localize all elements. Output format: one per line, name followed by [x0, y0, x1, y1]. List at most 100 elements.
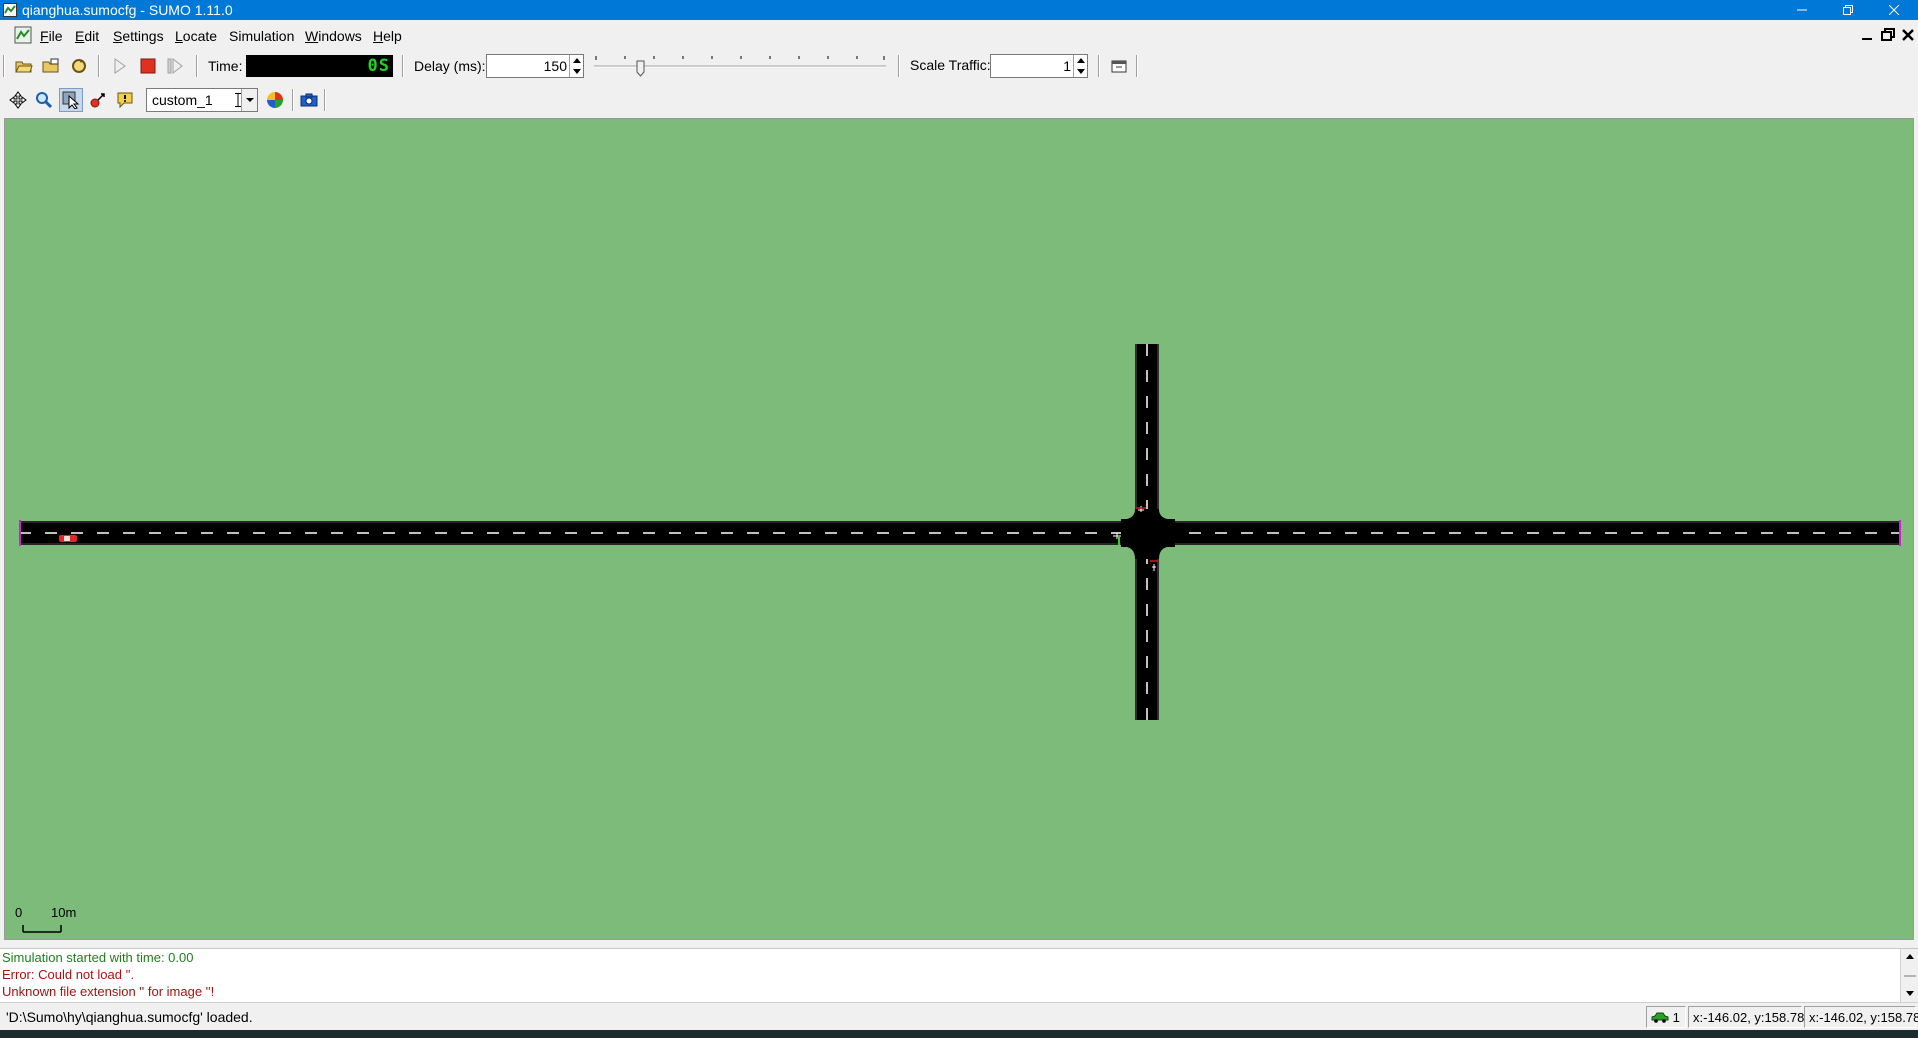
menu-settings-mnemonic: S — [113, 28, 123, 44]
stop-icon — [140, 58, 156, 74]
menu-file-mnemonic: F — [40, 28, 49, 44]
calendar-icon — [1111, 60, 1127, 73]
sumo-app-icon — [3, 3, 17, 17]
step-button[interactable] — [163, 54, 187, 78]
menu-simulation-label: Simulation — [229, 28, 295, 44]
spinner-arrows-icon — [573, 58, 581, 74]
move-arrows-icon — [9, 91, 27, 109]
reload-button[interactable] — [67, 54, 91, 78]
vehicle[interactable] — [59, 535, 77, 542]
screenshot-button[interactable] — [297, 88, 321, 112]
scheme-dropdown-arrow[interactable] — [241, 89, 257, 111]
toolbar-separator — [1098, 55, 1100, 77]
message-scrollbar[interactable] — [1900, 949, 1918, 1003]
zoom-button[interactable] — [32, 88, 56, 112]
open-folder-icon — [15, 61, 33, 73]
edit-coloring-button[interactable] — [263, 88, 287, 112]
toolbar-separator — [98, 55, 100, 77]
restore-window-button[interactable] — [1826, 0, 1872, 20]
road-network[interactable] — [5, 119, 1914, 940]
menu-file-label: ile — [48, 28, 63, 44]
vehicle-count-cell: 1 — [1646, 1006, 1686, 1028]
network-canvas[interactable]: 0 10m — [4, 118, 1914, 940]
scale-traffic-spinner[interactable]: 1 — [990, 54, 1088, 78]
menu-edit[interactable]: Edit — [75, 28, 99, 44]
restore-icon — [1843, 5, 1853, 15]
scale-traffic-label: Scale Traffic: — [910, 57, 991, 73]
locate-poi-button[interactable] — [113, 88, 137, 112]
breakpoint-button[interactable] — [1107, 54, 1131, 78]
menu-edit-label: dit — [84, 28, 100, 44]
cursor-position-cell: x:-146.02, y:158.78 — [1688, 1006, 1804, 1028]
delay-spinner-arrows[interactable] — [569, 55, 583, 77]
open-network-icon — [42, 58, 59, 73]
scroll-arrows-icon — [1904, 954, 1916, 996]
menu-help-mnemonic: H — [373, 28, 384, 44]
slider-thumb — [636, 60, 645, 77]
geo-coordinates: x:-146.02, y:158.78 — [1809, 1010, 1918, 1025]
status-message: 'D:\Sumo\hy\qianghua.sumocfg' loaded. — [6, 1009, 253, 1025]
time-value: 0S — [367, 56, 390, 76]
spinner-arrows-icon — [1077, 58, 1085, 74]
delay-value: 150 — [543, 58, 567, 74]
play-icon — [114, 58, 126, 74]
geo-position-cell: x:-146.02, y:158.78 — [1804, 1006, 1918, 1028]
vehicle-count: 1 — [1672, 1010, 1680, 1025]
view-toolbar: custom_1 — [0, 86, 1918, 114]
stop-button[interactable] — [136, 54, 160, 78]
minimize-icon — [1797, 9, 1807, 11]
taskbar-edge — [0, 1030, 1918, 1038]
open-button[interactable] — [12, 54, 36, 78]
message-line: Unknown file extension '' for image ''! — [2, 984, 215, 999]
scale-zero-label: 0 — [15, 905, 23, 920]
toolbar-separator — [898, 55, 900, 77]
magnifier-icon — [36, 92, 53, 109]
status-bar: 'D:\Sumo\hy\qianghua.sumocfg' loaded. 1 … — [0, 1002, 1918, 1030]
menu-settings[interactable]: Settings — [113, 28, 164, 44]
visualization-scheme-select[interactable]: custom_1 — [146, 88, 258, 112]
mdi-minimize-icon[interactable] — [1858, 26, 1876, 44]
menu-file[interactable]: File — [40, 28, 63, 44]
scale-spinner-arrows[interactable] — [1073, 55, 1087, 77]
close-window-button[interactable] — [1872, 0, 1918, 20]
toolbar-separator — [196, 55, 198, 77]
menu-edit-mnemonic: E — [75, 28, 85, 44]
scale-traffic-value: 1 — [1063, 58, 1071, 74]
recenter-view-button[interactable] — [6, 88, 30, 112]
delay-spinner[interactable]: 150 — [486, 54, 584, 78]
visualization-scheme-value: custom_1 — [152, 92, 213, 108]
select-mode-button[interactable] — [59, 88, 83, 112]
menu-windows-mnemonic: W — [305, 28, 319, 44]
document-icon[interactable] — [14, 26, 32, 44]
color-wheel-icon — [267, 92, 283, 108]
menu-help[interactable]: Help — [373, 28, 402, 44]
open-network-button[interactable] — [39, 54, 63, 78]
toolbar-separator — [402, 55, 404, 77]
time-display[interactable]: 0S — [246, 55, 393, 77]
speech-bubble-icon — [117, 92, 133, 109]
menu-settings-label: ettings — [122, 28, 164, 44]
menu-locate[interactable]: Locate — [175, 28, 217, 44]
title-bar: qianghua.sumocfg - SUMO 1.11.0 — [0, 0, 1918, 20]
menu-bar: File Edit Settings Locate Simulation Win… — [0, 20, 1918, 52]
window-title: qianghua.sumocfg - SUMO 1.11.0 — [22, 2, 233, 18]
menu-windows[interactable]: Windows — [305, 28, 362, 44]
car-icon — [1651, 1012, 1669, 1023]
mdi-close-icon[interactable] — [1899, 26, 1917, 44]
message-window[interactable]: Simulation started with time: 0.00 Error… — [0, 948, 1918, 1003]
toolbar-separator — [292, 89, 294, 111]
delay-label: Delay (ms): — [414, 58, 486, 74]
locate-junction-button[interactable] — [86, 88, 110, 112]
chevron-down-icon — [246, 98, 254, 102]
minimize-window-button[interactable] — [1780, 0, 1826, 20]
mdi-restore-icon[interactable] — [1879, 26, 1897, 44]
simulation-toolbar: Time: 0S Delay (ms): 150 Scale Traffic: … — [0, 52, 1918, 80]
camera-icon — [300, 93, 318, 107]
close-icon — [1889, 5, 1900, 15]
select-cursor-icon — [62, 91, 80, 109]
toolbar-separator — [324, 89, 326, 111]
reload-icon — [72, 59, 86, 73]
run-button[interactable] — [108, 54, 132, 78]
delay-slider[interactable] — [592, 54, 888, 80]
menu-simulation[interactable]: Simulation — [229, 28, 294, 44]
